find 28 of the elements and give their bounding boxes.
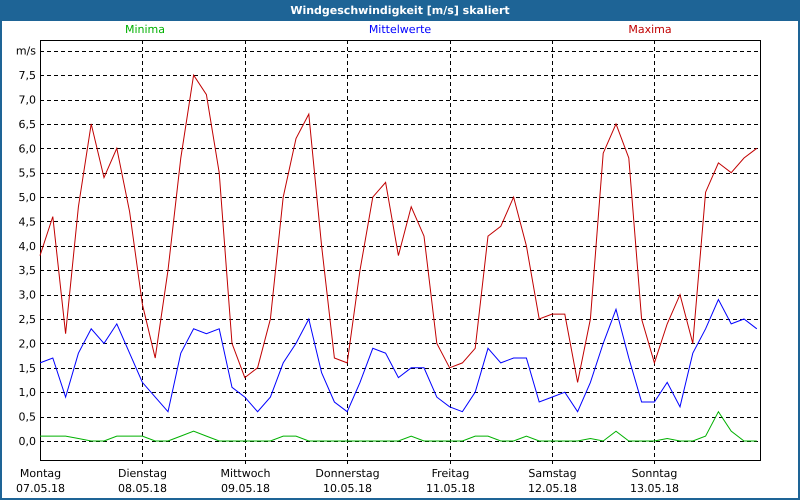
y-tick-label: 5,5 — [18, 166, 36, 180]
x-tick-label: Sonntag 13.05.18 — [630, 467, 679, 495]
legend-label: Mittelwerte — [368, 23, 432, 36]
legend-label: Maxima — [628, 23, 672, 36]
y-tick-label: 0,0 — [18, 434, 36, 448]
y-tick-label: 3,5 — [18, 264, 36, 278]
y-tick-label: 3,0 — [18, 288, 36, 302]
x-tick-label: Samstag 12.05.18 — [528, 467, 577, 495]
x-tick-label: Mittwoch 09.05.18 — [220, 467, 270, 495]
y-tick-label: 1,0 — [18, 386, 36, 400]
y-tick-label: 2,5 — [18, 313, 36, 326]
x-tick-label: Montag 07.05.18 — [16, 467, 65, 495]
y-tick-label: 5,0 — [18, 191, 36, 204]
x-tick-label: Dienstag 08.05.18 — [118, 467, 168, 495]
legend-label: Minima — [124, 23, 166, 36]
y-tick-label: 7,5 — [18, 69, 36, 82]
y-axis-unit: m/s — [16, 44, 36, 58]
y-tick-label: 4,5 — [18, 215, 36, 228]
x-tick-label: Freitag 11.05.18 — [426, 467, 475, 495]
window-title: Windgeschwindigkeit [m/s] skaliert — [2, 0, 798, 21]
y-tick-label: 0,5 — [18, 410, 36, 424]
y-tick-label: 1,5 — [18, 362, 36, 375]
y-tick-label: 2,0 — [18, 337, 36, 350]
y-tick-label: 4,0 — [18, 240, 36, 253]
y-tick-label: 6,5 — [18, 118, 36, 131]
y-tick-label: 7,0 — [18, 94, 36, 106]
x-tick-label: Donnerstag 10.05.18 — [315, 467, 380, 495]
y-tick-label: 6,0 — [18, 142, 36, 156]
